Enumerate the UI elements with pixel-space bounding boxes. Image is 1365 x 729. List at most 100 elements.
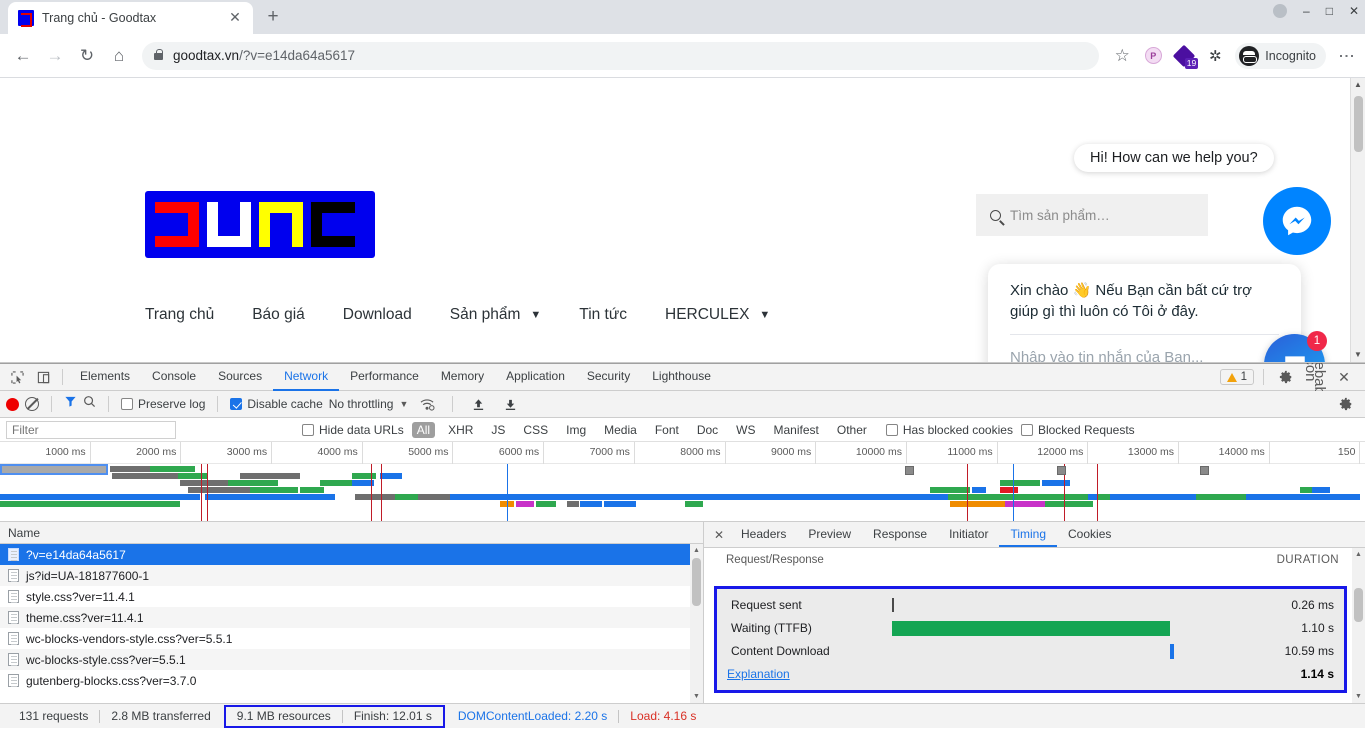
devtools-tab-sources[interactable]: Sources <box>207 364 273 391</box>
detail-scrollbar[interactable]: ▲ ▼ <box>1352 548 1365 703</box>
explanation-link[interactable]: Explanation <box>727 667 790 681</box>
back-button[interactable]: ← <box>8 41 38 71</box>
filter-type-img[interactable]: Img <box>561 422 591 438</box>
request-list-header[interactable]: Name <box>0 522 703 544</box>
scroll-down-arrow-icon[interactable]: ▼ <box>690 690 703 703</box>
nav-item-download[interactable]: Download <box>343 306 434 324</box>
scroll-up-arrow-icon[interactable]: ▲ <box>1352 548 1365 561</box>
window-close-button[interactable]: ✕ <box>1349 4 1359 18</box>
forward-button[interactable]: → <box>40 41 70 71</box>
site-logo[interactable] <box>145 191 375 258</box>
filter-type-xhr[interactable]: XHR <box>443 422 478 438</box>
blocked-requests-checkbox[interactable]: Blocked Requests <box>1020 423 1135 437</box>
minimize-button[interactable]: – <box>1303 4 1310 18</box>
request-list-scrollbar[interactable]: ▲ ▼ <box>690 544 703 703</box>
detail-tab-timing[interactable]: Timing <box>999 522 1058 547</box>
table-row[interactable]: gutenberg-blocks.css?ver=3.7.0 <box>0 670 703 691</box>
gear-icon[interactable] <box>1273 365 1299 390</box>
table-row[interactable]: style.css?ver=11.4.1 <box>0 586 703 607</box>
devtools-tab-security[interactable]: Security <box>576 364 641 391</box>
browser-tab[interactable]: Trang chủ - Goodtax ✕ <box>8 2 253 34</box>
filter-type-other[interactable]: Other <box>832 422 872 438</box>
extension-circle-icon[interactable]: P <box>1142 45 1164 67</box>
filter-type-js[interactable]: JS <box>486 422 510 438</box>
network-settings-icon[interactable] <box>1333 392 1359 417</box>
detail-scroll-thumb[interactable] <box>1354 588 1363 622</box>
chevron-down-icon[interactable]: ▼ <box>399 399 408 409</box>
bookmark-star-icon[interactable]: ☆ <box>1111 45 1133 67</box>
detail-tab-cookies[interactable]: Cookies <box>1057 522 1122 547</box>
overview-selection-window[interactable] <box>0 464 108 475</box>
devtools-tab-lighthouse[interactable]: Lighthouse <box>641 364 722 391</box>
table-row[interactable]: js?id=UA-181877600-1 <box>0 565 703 586</box>
filter-type-media[interactable]: Media <box>599 422 642 438</box>
devtools-tab-memory[interactable]: Memory <box>430 364 495 391</box>
filter-type-doc[interactable]: Doc <box>692 422 723 438</box>
scroll-down-arrow-icon[interactable]: ▼ <box>1352 690 1365 703</box>
tab-close-icon[interactable]: ✕ <box>227 10 243 26</box>
detail-tab-initiator[interactable]: Initiator <box>938 522 999 547</box>
nav-item-san-pham[interactable]: Sản phẩm ▼ <box>450 306 564 324</box>
nav-item-trang-chu[interactable]: Trang chủ <box>145 306 236 324</box>
browser-menu-icon[interactable]: ⋮ <box>1335 45 1357 67</box>
filter-type-css[interactable]: CSS <box>518 422 553 438</box>
table-row[interactable]: ?v=e14da64a5617 <box>0 544 703 565</box>
chat-message-input[interactable]: Nhập vào tin nhắn của Bạn... <box>1010 335 1279 362</box>
product-search-box[interactable]: Tìm sản phẩm… <box>976 194 1208 236</box>
download-icon[interactable] <box>497 392 523 417</box>
page-scroll-thumb[interactable] <box>1354 96 1363 152</box>
devtools-tab-console[interactable]: Console <box>141 364 207 391</box>
home-button[interactable]: ⌂ <box>104 41 134 71</box>
maximize-button[interactable]: □ <box>1326 4 1333 18</box>
scroll-down-arrow-icon[interactable]: ▼ <box>1351 348 1365 362</box>
filter-type-font[interactable]: Font <box>650 422 684 438</box>
funnel-icon[interactable] <box>64 395 77 413</box>
detail-close-icon[interactable]: ✕ <box>708 522 730 547</box>
table-row[interactable]: wc-blocks-style.css?ver=5.5.1 <box>0 649 703 670</box>
account-avatar-icon[interactable] <box>1273 4 1287 18</box>
devtools-close-icon[interactable]: ✕ <box>1331 365 1357 390</box>
devtools-tab-application[interactable]: Application <box>495 364 576 391</box>
throttling-select[interactable]: No throttling <box>329 397 394 411</box>
messenger-icon[interactable] <box>1263 187 1331 255</box>
network-overview[interactable]: 1000 ms 2000 ms 3000 ms 4000 ms 5000 ms 6000 … <box>0 442 1365 522</box>
nav-item-herculex[interactable]: HERCULEX ▼ <box>665 306 792 324</box>
extension-badge-icon[interactable]: 19 <box>1172 44 1199 69</box>
upload-icon[interactable] <box>465 392 491 417</box>
filter-type-all[interactable]: All <box>411 421 436 438</box>
warning-count-badge[interactable]: 1 <box>1219 369 1254 385</box>
extensions-puzzle-icon[interactable]: ✲ <box>1204 45 1226 67</box>
filter-type-manifest[interactable]: Manifest <box>769 422 824 438</box>
list-scroll-thumb[interactable] <box>692 558 701 606</box>
devtools-more-icon[interactable]: kebab-icon <box>1302 354 1328 400</box>
preserve-log-checkbox[interactable]: Preserve log <box>121 397 205 411</box>
filter-type-ws[interactable]: WS <box>731 422 760 438</box>
devtools-tab-performance[interactable]: Performance <box>339 364 430 391</box>
table-row[interactable]: theme.css?ver=11.4.1 <box>0 607 703 628</box>
clear-icon[interactable] <box>25 397 39 411</box>
record-icon[interactable] <box>6 397 19 411</box>
table-row[interactable]: wc-blocks-vendors-style.css?ver=5.5.1 <box>0 628 703 649</box>
devtools-tab-network[interactable]: Network <box>273 364 340 391</box>
has-blocked-cookies-checkbox[interactable]: Has blocked cookies <box>885 423 1013 437</box>
scroll-up-arrow-icon[interactable]: ▲ <box>1351 78 1365 92</box>
devtools-tab-elements[interactable]: Elements <box>69 364 141 391</box>
detail-tab-response[interactable]: Response <box>862 522 938 547</box>
scroll-up-arrow-icon[interactable]: ▲ <box>690 544 703 557</box>
detail-tab-headers[interactable]: Headers <box>730 522 797 547</box>
device-toolbar-icon[interactable] <box>30 365 56 390</box>
reload-button[interactable]: ↻ <box>72 41 102 71</box>
wifi-icon[interactable] <box>414 392 440 417</box>
incognito-indicator[interactable]: Incognito <box>1235 42 1326 69</box>
disable-cache-checkbox[interactable]: Disable cache <box>230 397 323 411</box>
inspect-element-icon[interactable] <box>4 365 30 390</box>
nav-item-bao-gia[interactable]: Báo giá <box>252 306 327 324</box>
new-tab-button[interactable]: + <box>259 4 287 32</box>
filter-input[interactable] <box>6 420 176 439</box>
page-scrollbar[interactable]: ▲ ▼ <box>1350 78 1365 362</box>
detail-tab-preview[interactable]: Preview <box>797 522 862 547</box>
hide-data-urls-checkbox[interactable]: Hide data URLs <box>302 423 404 437</box>
nav-item-tin-tuc[interactable]: Tin tức <box>579 306 649 324</box>
search-icon[interactable] <box>83 395 96 413</box>
address-bar[interactable]: goodtax.vn/?v=e14da64a5617 <box>142 41 1100 70</box>
